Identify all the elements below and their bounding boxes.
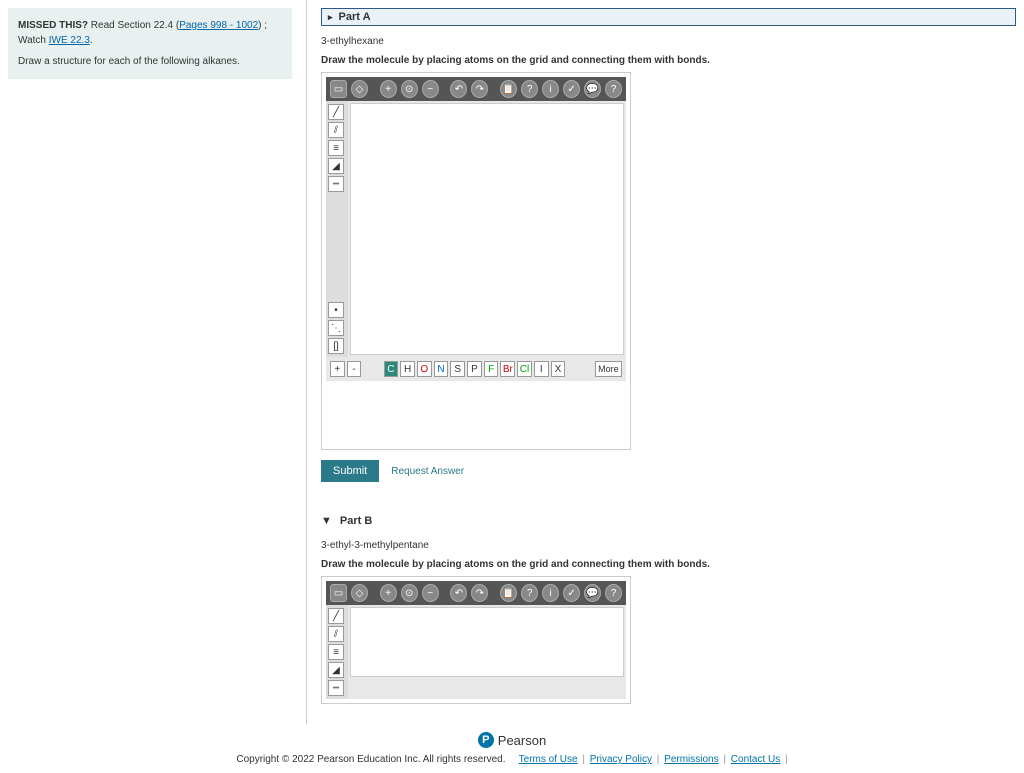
single-bond-tool[interactable]: ╱ xyxy=(328,608,344,624)
brand-name: Pearson xyxy=(498,733,546,748)
dash-tool[interactable]: ┅ xyxy=(328,176,344,192)
redo-icon[interactable]: ↷ xyxy=(471,80,488,98)
charge-plus[interactable]: + xyxy=(330,361,345,377)
bottom-toolbar: + - C H O N S P F Br Cl I X xyxy=(326,357,626,381)
hint-icon[interactable]: ? xyxy=(521,80,538,98)
charge-minus[interactable]: - xyxy=(347,361,362,377)
triple-bond-tool[interactable]: ≡ xyxy=(328,140,344,156)
paste-icon[interactable]: 📋 xyxy=(500,80,517,98)
side-toolbar: ╱ ⫽ ≡ ◢ ┅ • ⋱ [] xyxy=(326,101,348,357)
copyright-text: Copyright © 2022 Pearson Education Inc. … xyxy=(236,754,505,765)
atom-s[interactable]: S xyxy=(450,361,465,377)
part-b-header[interactable]: ▼ Part B xyxy=(321,512,1016,530)
caret-right-icon: ▸ xyxy=(328,12,333,23)
top-toolbar: ▭ ◇ + ⊙ − ↶ ↷ 📋 ? i ✓ 💬 xyxy=(326,77,626,101)
caret-down-icon: ▼ xyxy=(321,515,332,527)
instruction-text-b: Draw the molecule by placing atoms on th… xyxy=(321,559,1016,570)
triple-bond-tool[interactable]: ≡ xyxy=(328,644,344,660)
top-toolbar-b: ▭ ◇ + ⊙ − ↶ ↷ 📋 ? i xyxy=(326,581,626,605)
iwe-link[interactable]: IWE 22.3 xyxy=(49,35,90,46)
dash-tool[interactable]: ┅ xyxy=(328,680,344,696)
select-icon[interactable]: ▭ xyxy=(330,584,347,602)
hint-icon[interactable]: ? xyxy=(521,584,538,602)
drawing-canvas-b[interactable] xyxy=(350,607,624,677)
prompt-text: Draw a structure for each of the followi… xyxy=(18,56,240,67)
permissions-link[interactable]: Permissions xyxy=(664,754,718,765)
atom-o[interactable]: O xyxy=(417,361,432,377)
redo-icon[interactable]: ↷ xyxy=(471,584,488,602)
dot-tool[interactable]: • xyxy=(328,302,344,318)
chat-icon[interactable]: 💬 xyxy=(584,80,601,98)
wedge-tool[interactable]: ◢ xyxy=(328,158,344,174)
select-icon[interactable]: ▭ xyxy=(330,80,347,98)
atom-c[interactable]: C xyxy=(384,361,399,377)
side-toolbar-b: ╱ ⫽ ≡ ◢ ┅ xyxy=(326,605,348,699)
zoom-in-icon[interactable]: + xyxy=(380,584,397,602)
read-section: Read Section 22.4 ( xyxy=(91,20,179,31)
part-a-header[interactable]: ▸ Part A xyxy=(321,8,1016,26)
info-icon[interactable]: i xyxy=(542,584,559,602)
erase-icon[interactable]: ◇ xyxy=(351,584,368,602)
undo-icon[interactable]: ↶ xyxy=(450,80,467,98)
dots-tool[interactable]: ⋱ xyxy=(328,320,344,336)
widget-footer-space xyxy=(326,381,626,445)
instruction-text: Draw the molecule by placing atoms on th… xyxy=(321,55,1016,66)
atom-h[interactable]: H xyxy=(400,361,415,377)
erase-icon[interactable]: ◇ xyxy=(351,80,368,98)
zoom-fit-icon[interactable]: ⊙ xyxy=(401,80,418,98)
privacy-link[interactable]: Privacy Policy xyxy=(590,754,652,765)
chat-icon[interactable]: 💬 xyxy=(584,584,601,602)
undo-icon[interactable]: ↶ xyxy=(450,584,467,602)
atom-br[interactable]: Br xyxy=(500,361,515,377)
vertical-divider xyxy=(306,0,307,724)
drawing-widget-b: ▭ ◇ + ⊙ − ↶ ↷ 📋 ? i xyxy=(321,576,631,704)
atom-n[interactable]: N xyxy=(434,361,449,377)
bracket-tool[interactable]: [] xyxy=(328,338,344,354)
atom-cl[interactable]: Cl xyxy=(517,361,532,377)
part-b-title: Part B xyxy=(340,515,372,527)
atom-p[interactable]: P xyxy=(467,361,482,377)
info-icon[interactable]: i xyxy=(542,80,559,98)
wedge-tool[interactable]: ◢ xyxy=(328,662,344,678)
missed-label: MISSED THIS? xyxy=(18,20,88,31)
drawing-canvas[interactable] xyxy=(350,103,624,355)
more-atoms[interactable]: More xyxy=(595,361,622,377)
double-bond-tool[interactable]: ⫽ xyxy=(328,122,344,138)
contact-link[interactable]: Contact Us xyxy=(731,754,780,765)
zoom-fit-icon[interactable]: ⊙ xyxy=(401,584,418,602)
atom-i[interactable]: I xyxy=(534,361,549,377)
zoom-out-icon[interactable]: − xyxy=(422,584,439,602)
terms-link[interactable]: Terms of Use xyxy=(519,754,578,765)
zoom-out-icon[interactable]: − xyxy=(422,80,439,98)
single-bond-tool[interactable]: ╱ xyxy=(328,104,344,120)
help-icon[interactable]: ? xyxy=(605,584,622,602)
part-a-title: Part A xyxy=(339,11,371,23)
paste-icon[interactable]: 📋 xyxy=(500,584,517,602)
help-icon[interactable]: ? xyxy=(605,80,622,98)
double-bond-tool[interactable]: ⫽ xyxy=(328,626,344,642)
page-footer: P Pearson Copyright © 2022 Pearson Educa… xyxy=(0,724,1024,773)
pearson-logo-icon: P xyxy=(478,732,494,748)
drawing-widget: ▭ ◇ + ⊙ − ↶ ↷ 📋 ? i ✓ 💬 xyxy=(321,72,631,450)
compound-name: 3-ethylhexane xyxy=(321,36,1016,47)
pages-link[interactable]: Pages 998 - 1002 xyxy=(179,20,258,31)
submit-button[interactable]: Submit xyxy=(321,460,379,482)
zoom-in-icon[interactable]: + xyxy=(380,80,397,98)
atom-x[interactable]: X xyxy=(551,361,566,377)
check-icon[interactable]: ✓ xyxy=(563,80,580,98)
check-icon[interactable]: ✓ xyxy=(563,584,580,602)
request-answer-link[interactable]: Request Answer xyxy=(391,466,464,477)
missed-this-panel: MISSED THIS? Read Section 22.4 (Pages 99… xyxy=(8,8,292,79)
compound-name-b: 3-ethyl-3-methylpentane xyxy=(321,540,1016,551)
atom-f[interactable]: F xyxy=(484,361,499,377)
